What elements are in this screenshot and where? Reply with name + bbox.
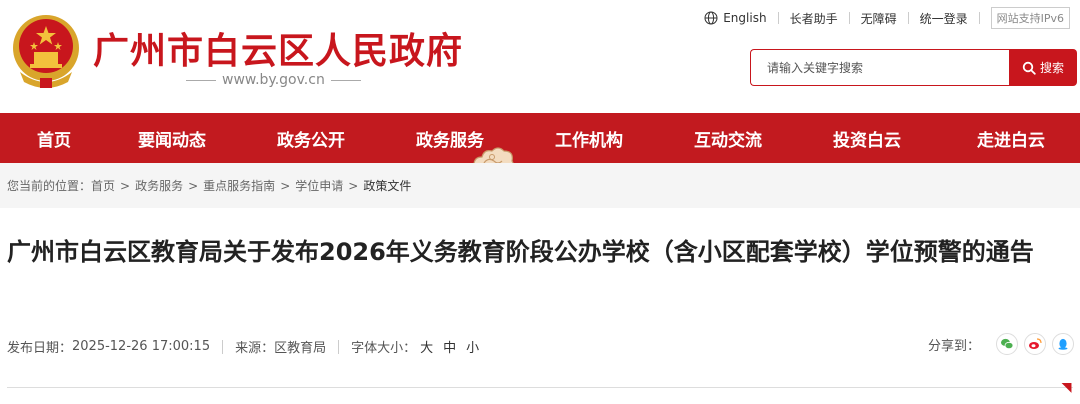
ipv6-badge: 网站支持IPv6 [990, 7, 1070, 29]
publish-date: 2025-12-26 17:00:15 [72, 339, 211, 354]
search-button-label: 搜索 [1039, 61, 1064, 75]
national-emblem-icon[interactable] [10, 12, 82, 92]
breadcrumb-item-gov-services[interactable]: 政务服务 [135, 177, 183, 194]
nav-item-about[interactable]: 走进白云 [942, 113, 1080, 163]
share-weibo-button[interactable] [1024, 333, 1046, 355]
nav-item-home[interactable]: 首页 [0, 113, 108, 163]
article-divider [7, 387, 1073, 388]
elderly-assistant-link[interactable]: 长者助手 [790, 10, 838, 27]
nav-item-gov-info[interactable]: 政务公开 [236, 113, 386, 163]
breadcrumb-separator: > [348, 178, 359, 193]
search-bar: 搜索 [750, 49, 1077, 86]
breadcrumb-item-policy-docs[interactable]: 政策文件 [363, 177, 411, 194]
divider-ornament [1061, 378, 1077, 393]
breadcrumb-item-service-guide[interactable]: 重点服务指南 [203, 177, 275, 194]
main-nav: 首页 要闻动态 政务公开 政务服务 工作机构 互动交流 投资白云 走进白云 [0, 113, 1080, 163]
source-label: 来源： [235, 341, 275, 356]
top-links: English 长者助手 无障碍 统一登录 网站支持IPv6 [704, 7, 1070, 29]
breadcrumb-prefix: 您当前的位置： [7, 179, 92, 193]
qq-icon [1058, 338, 1068, 350]
unified-login-link[interactable]: 统一登录 [920, 10, 968, 27]
font-size-medium-button[interactable]: 中 [443, 337, 456, 356]
font-size-large-button[interactable]: 大 [420, 337, 433, 356]
divider [338, 339, 340, 354]
breadcrumb-item-school-application[interactable]: 学位申请 [295, 177, 343, 194]
search-icon [1022, 61, 1036, 75]
divider [222, 339, 224, 354]
share-wechat-button[interactable] [996, 333, 1018, 355]
search-button[interactable]: 搜索 [1009, 49, 1077, 86]
font-size-small-button[interactable]: 小 [466, 337, 479, 356]
nav-item-agencies[interactable]: 工作机构 [514, 113, 664, 163]
article-title: 广州市白云区教育局关于发布2026年义务教育阶段公办学校（含小区配套学校）学位预… [7, 238, 1034, 266]
source-value: 区教育局 [274, 341, 327, 356]
english-link[interactable]: English [704, 11, 767, 25]
font-size-label: 字体大小： [351, 341, 417, 356]
weibo-icon [1029, 338, 1042, 349]
nav-item-interaction[interactable]: 互动交流 [664, 113, 792, 163]
share-label: 分享到： [927, 338, 980, 354]
breadcrumb-separator: > [280, 178, 291, 193]
article-meta: 发布日期： 2025-12-26 17:00:15 来源： 区教育局 字体大小：… [7, 337, 485, 356]
site-url: www.by.gov.cn [180, 72, 367, 88]
accessibility-link[interactable]: 无障碍 [861, 10, 897, 27]
share-qq-button[interactable] [1052, 333, 1074, 355]
divider [848, 12, 850, 24]
site-title[interactable]: 广州市白云区人民政府 [93, 22, 463, 74]
breadcrumb-separator: > [120, 178, 131, 193]
nav-item-news[interactable]: 要闻动态 [108, 113, 236, 163]
publish-date-label: 发布日期： [7, 341, 73, 356]
share-bar: 分享到： [928, 333, 1074, 355]
breadcrumb-separator: > [188, 178, 199, 193]
divider [978, 12, 980, 24]
nav-item-invest[interactable]: 投资白云 [792, 113, 942, 163]
globe-icon [704, 11, 718, 25]
breadcrumb: 您当前的位置： 首页 > 政务服务 > 重点服务指南 > 学位申请 > 政策文件 [0, 163, 1080, 208]
wechat-icon [1001, 338, 1014, 350]
site-header: 广州市白云区人民政府 www.by.gov.cn English 长者助手 无障… [0, 0, 1080, 113]
divider [907, 12, 909, 24]
english-link-label: English [723, 11, 767, 25]
divider [777, 12, 779, 24]
breadcrumb-item-home[interactable]: 首页 [91, 177, 115, 194]
search-input[interactable] [750, 49, 1009, 86]
